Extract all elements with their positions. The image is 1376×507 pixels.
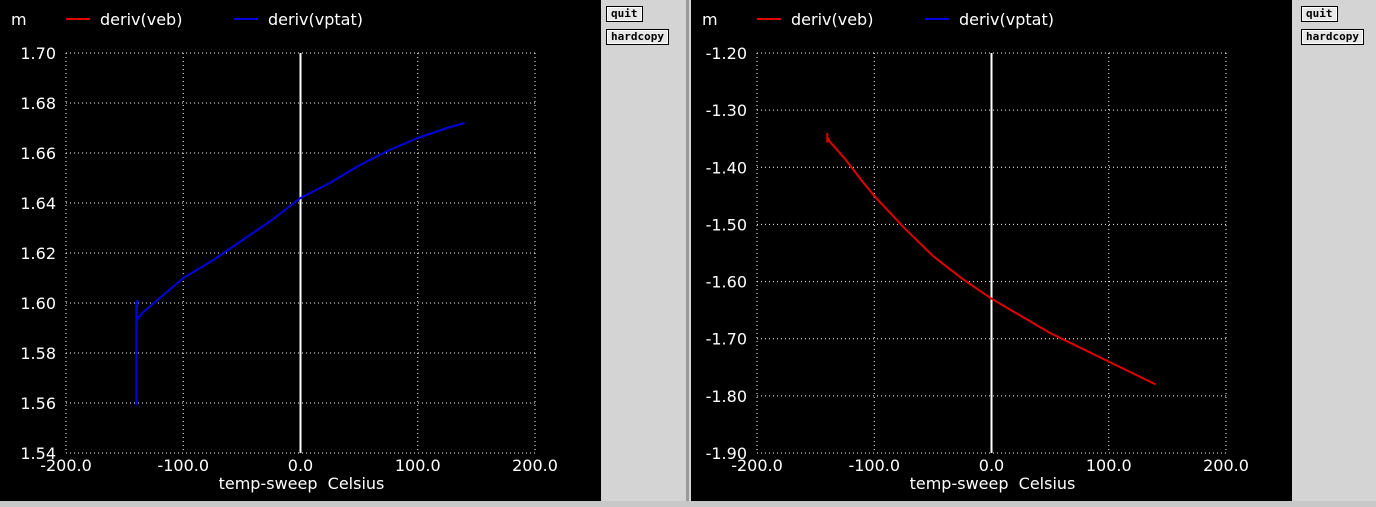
x-tick-label: 100.0 [395,456,441,475]
y-tick-label: 1.64 [20,194,56,213]
y-tick-label: -1.50 [706,215,747,234]
unit-prefix-label: m [11,10,27,29]
y-tick-label: 1.68 [20,94,56,113]
legend-entry: deriv(veb) [100,10,182,29]
y-tick-label: 1.62 [20,244,56,263]
x-tick-label: -200.0 [731,456,783,475]
y-tick-label: -1.60 [706,273,747,292]
button-panel-right: quit hardcopy [1296,0,1376,507]
y-tick-label: -1.20 [706,44,747,63]
plot-window-right: -1.90 -1.80 -1.70 -1.60 -1.50 -1.40 -1.30 -1.20… [689,0,1376,507]
plot-window-left: 1.54 1.56 1.58 1.60 1.62 1.64 1.66 1.68 1.70 -200… [0,0,686,507]
button-panel-left: quit hardcopy [601,0,686,507]
unit-prefix-label: m [702,10,718,29]
x-tick-label: -100.0 [157,456,209,475]
x-axis-label: temp-sweep Celsius [219,474,385,493]
y-tick-label: -1.40 [706,158,747,177]
y-tick-label: 1.58 [20,344,56,363]
x-tick-label: -100.0 [848,456,900,475]
x-tick-label: 100.0 [1086,456,1132,475]
y-tick-label: 1.60 [20,294,56,313]
y-tick-label: 1.70 [20,44,56,63]
legend-entry: deriv(veb) [791,10,873,29]
legend-entry: deriv(vptat) [268,10,363,29]
line-chart-right: -1.90-1.80-1.70-1.60-1.50-1.40-1.30-1.20… [702,10,1249,493]
x-tick-label: 0.0 [288,456,313,475]
hardcopy-button[interactable]: hardcopy [1301,29,1364,45]
quit-button[interactable]: quit [1301,6,1338,22]
plot-area-right: -1.90 -1.80 -1.70 -1.60 -1.50 -1.40 -1.30 -1.20… [691,0,1292,501]
x-axis-label: temp-sweep Celsius [910,474,1076,493]
y-tick-label: 1.56 [20,394,56,413]
x-tick-label: 200.0 [1203,456,1249,475]
y-tick-label: -1.30 [706,101,747,120]
x-tick-label: 0.0 [979,456,1004,475]
legend-entry: deriv(vptat) [959,10,1054,29]
line-chart-left: 1.541.561.581.601.621.641.661.681.70-200… [11,10,558,493]
y-tick-label: 1.66 [20,144,56,163]
x-tick-label: -200.0 [40,456,92,475]
y-tick-label: -1.70 [706,330,747,349]
bottom-status-strip [0,501,1376,507]
plot-area-left: 1.54 1.56 1.58 1.60 1.62 1.64 1.66 1.68 1.70 -200… [0,0,601,501]
x-tick-label: 200.0 [512,456,558,475]
hardcopy-button[interactable]: hardcopy [606,29,669,45]
y-tick-label: -1.80 [706,387,747,406]
quit-button[interactable]: quit [606,6,643,22]
